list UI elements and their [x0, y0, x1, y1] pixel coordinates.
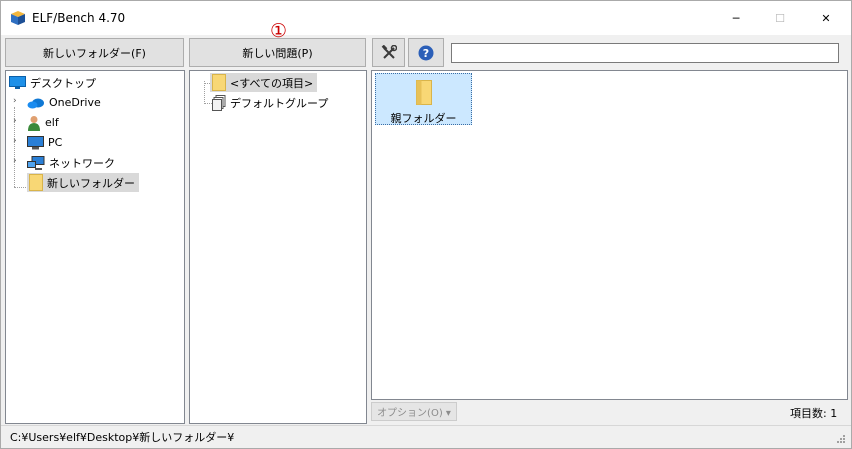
help-icon: ? [418, 45, 434, 60]
user-icon [28, 115, 40, 131]
tree-item-default-group[interactable]: デフォルトグループ [212, 93, 328, 112]
tree-item-desktop[interactable]: デスクトップ [9, 73, 96, 92]
new-folder-button[interactable]: 新しいフォルダー(F) [5, 38, 184, 67]
resize-grip-icon[interactable] [836, 434, 846, 444]
folder-icon [416, 80, 432, 105]
tree-item-label: elf [45, 116, 59, 129]
folder-tree-panel[interactable]: デスクトップ › OneDrive › elf › PC › ネットワーク 新し… [5, 70, 185, 424]
tree-connector [14, 187, 26, 188]
problem-tree-panel[interactable]: <すべての項目> デフォルトグループ [189, 70, 367, 424]
tree-item-label: デフォルトグループ [230, 96, 329, 110]
cloud-icon [27, 98, 44, 108]
new-problem-label: 新しい問題(P) [242, 46, 313, 60]
maximize-button[interactable]: ☐ [757, 1, 803, 35]
svg-text:?: ? [423, 47, 429, 60]
search-input[interactable] [451, 43, 839, 63]
tree-item-onedrive[interactable]: OneDrive [27, 93, 101, 112]
tree-item-label: 新しいフォルダー [47, 176, 135, 190]
app-cube-icon [11, 11, 25, 25]
tools-button[interactable] [372, 38, 405, 67]
window-title: ELF/Bench 4.70 [32, 11, 126, 25]
options-label: オプション(O) ▾ [377, 408, 451, 419]
close-button[interactable]: ✕ [803, 1, 849, 35]
tree-item-label: <すべての項目> [230, 76, 314, 90]
expand-chevron-icon[interactable]: › [13, 116, 17, 126]
new-folder-label: 新しいフォルダー(F) [43, 46, 146, 60]
tree-item-network[interactable]: ネットワーク [27, 153, 115, 172]
help-button[interactable]: ? [408, 38, 444, 67]
tree-item-new-folder[interactable]: 新しいフォルダー [27, 173, 139, 192]
expand-chevron-icon[interactable]: › [13, 156, 17, 166]
desktop-icon [9, 76, 26, 89]
tree-item-label: PC [48, 136, 63, 149]
tree-item-all-items[interactable]: <すべての項目> [210, 73, 318, 92]
folder-icon [29, 174, 43, 191]
item-count: 項目数: 1 [790, 407, 838, 420]
item-label: 親フォルダー [390, 112, 457, 125]
maximize-icon: ☐ [775, 11, 785, 25]
computer-icon [27, 135, 44, 149]
tree-item-label: OneDrive [49, 96, 101, 109]
new-problem-button[interactable]: 新しい問題(P) [189, 38, 366, 67]
tools-icon [381, 44, 397, 59]
item-parent-folder[interactable]: 親フォルダー [375, 73, 472, 125]
tree-item-label: ネットワーク [49, 156, 115, 170]
expand-chevron-icon[interactable]: › [13, 96, 17, 106]
item-view-panel[interactable]: 親フォルダー [371, 70, 848, 400]
options-button[interactable]: オプション(O) ▾ [371, 402, 457, 421]
folder-icon [212, 74, 226, 91]
tree-item-pc[interactable]: PC [27, 133, 62, 152]
minimize-icon: ─ [732, 11, 740, 25]
documents-icon [212, 94, 226, 111]
tree-connector [204, 103, 212, 104]
status-path: C:¥Users¥elf¥Desktop¥新しいフォルダー¥ [10, 431, 235, 444]
network-icon [27, 155, 45, 170]
tree-connector [204, 81, 205, 104]
minimize-button[interactable]: ─ [713, 1, 759, 35]
close-icon: ✕ [821, 11, 831, 25]
tree-item-label: デスクトップ [30, 76, 96, 90]
expand-chevron-icon[interactable]: › [13, 136, 17, 146]
annotation-marker: ① [270, 20, 288, 42]
tree-item-elf[interactable]: elf [27, 113, 59, 132]
